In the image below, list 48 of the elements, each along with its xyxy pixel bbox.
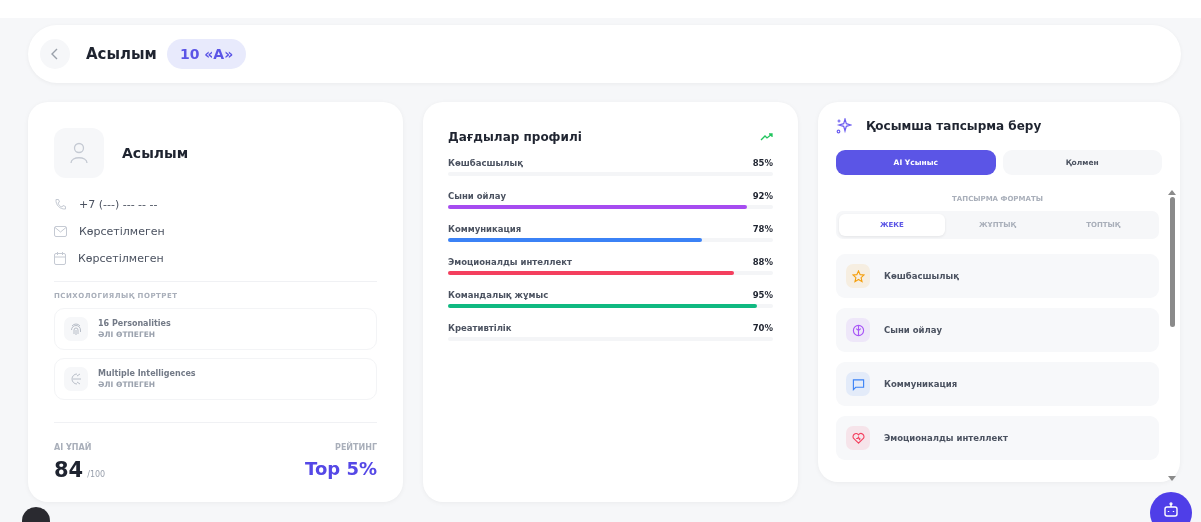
- trend-icon: [760, 133, 773, 141]
- skill-percent: 88%: [752, 257, 773, 267]
- test-name: Multiple Intelligences: [98, 369, 196, 378]
- mail-icon: [54, 226, 67, 237]
- brain-icon: [64, 367, 88, 391]
- card-title: Қосымша тапсырма беру: [866, 119, 1042, 133]
- skill-name: Креативтілік: [448, 323, 512, 333]
- skill-name: Командалық жұмыс: [448, 290, 549, 300]
- option-label: Эмоционалды интеллект: [884, 433, 1008, 443]
- skill-option[interactable]: Сыни ойлау: [836, 308, 1159, 352]
- rating-value: Top 5%: [305, 458, 377, 479]
- option-label: Сыни ойлау: [884, 325, 942, 335]
- back-icon: [50, 48, 60, 60]
- score-label: AI ҰПАЙ: [54, 443, 93, 452]
- calendar-icon: [54, 252, 66, 265]
- skill-percent: 92%: [752, 191, 773, 201]
- avatar-icon: [54, 128, 104, 178]
- scroll-up-icon[interactable]: [1168, 189, 1176, 195]
- scroll-down-icon[interactable]: [1168, 476, 1176, 482]
- score-value: 84: [54, 458, 84, 482]
- test-name: 16 Personalities: [98, 319, 171, 328]
- contact-text: Көрсетілмеген: [79, 225, 165, 238]
- class-badge: 10 «А»: [166, 39, 247, 69]
- assistant-button[interactable]: [1150, 492, 1192, 522]
- option-label: Коммуникация: [884, 379, 958, 389]
- contact-text: +7 (---) --- -- --: [79, 198, 158, 211]
- skill-name: Көшбасшылық: [448, 158, 523, 168]
- score-max: /100: [87, 470, 106, 479]
- robot-icon: [1163, 502, 1179, 518]
- card-title: Дағдылар профилі: [448, 130, 582, 144]
- skill-percent: 95%: [752, 290, 773, 300]
- sparkle-icon: [836, 118, 852, 134]
- option-label: Көшбасшылық: [884, 271, 959, 281]
- skill-percent: 70%: [752, 323, 773, 333]
- skill-name: Эмоционалды интеллект: [448, 257, 572, 267]
- page-title: Асылым: [86, 45, 157, 63]
- skill-name: Коммуникация: [448, 224, 522, 234]
- skill-option[interactable]: Коммуникация: [836, 362, 1159, 406]
- skill-percent: 78%: [752, 224, 773, 234]
- rating-label: РЕЙТИНГ: [335, 443, 377, 452]
- skill-option[interactable]: Эмоционалды интеллект: [836, 416, 1159, 460]
- student-name: Асылым: [122, 145, 189, 161]
- skill-name: Сыни ойлау: [448, 191, 506, 201]
- skill-option[interactable]: Көшбасшылық: [836, 254, 1159, 298]
- phone-icon: [54, 198, 67, 211]
- contact-text: Көрсетілмеген: [78, 252, 164, 265]
- fingerprint-icon: [64, 317, 88, 341]
- skill-percent: 85%: [752, 158, 773, 168]
